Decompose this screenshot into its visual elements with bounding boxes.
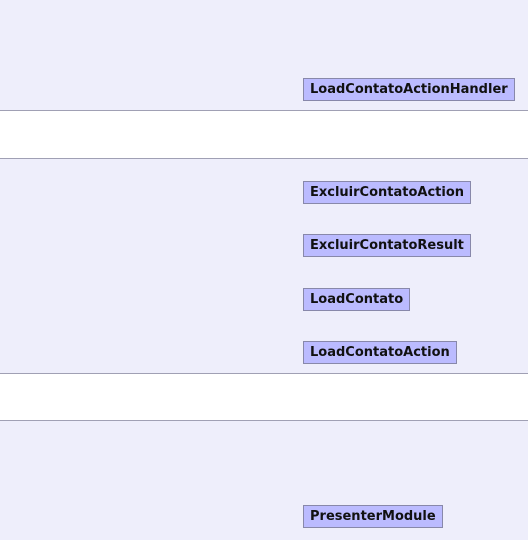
node-load-contato-action[interactable]: LoadContatoAction bbox=[303, 341, 457, 364]
node-load-contato-action-handler[interactable]: LoadContatoActionHandler bbox=[303, 78, 515, 101]
node-excluir-contato-result[interactable]: ExcluirContatoResult bbox=[303, 234, 471, 257]
group-band-3 bbox=[0, 421, 528, 540]
node-presenter-module[interactable]: PresenterModule bbox=[303, 505, 443, 528]
separator bbox=[0, 110, 528, 111]
separator bbox=[0, 373, 528, 374]
node-excluir-contato-action[interactable]: ExcluirContatoAction bbox=[303, 181, 472, 204]
node-load-contato[interactable]: LoadContato bbox=[303, 288, 411, 311]
